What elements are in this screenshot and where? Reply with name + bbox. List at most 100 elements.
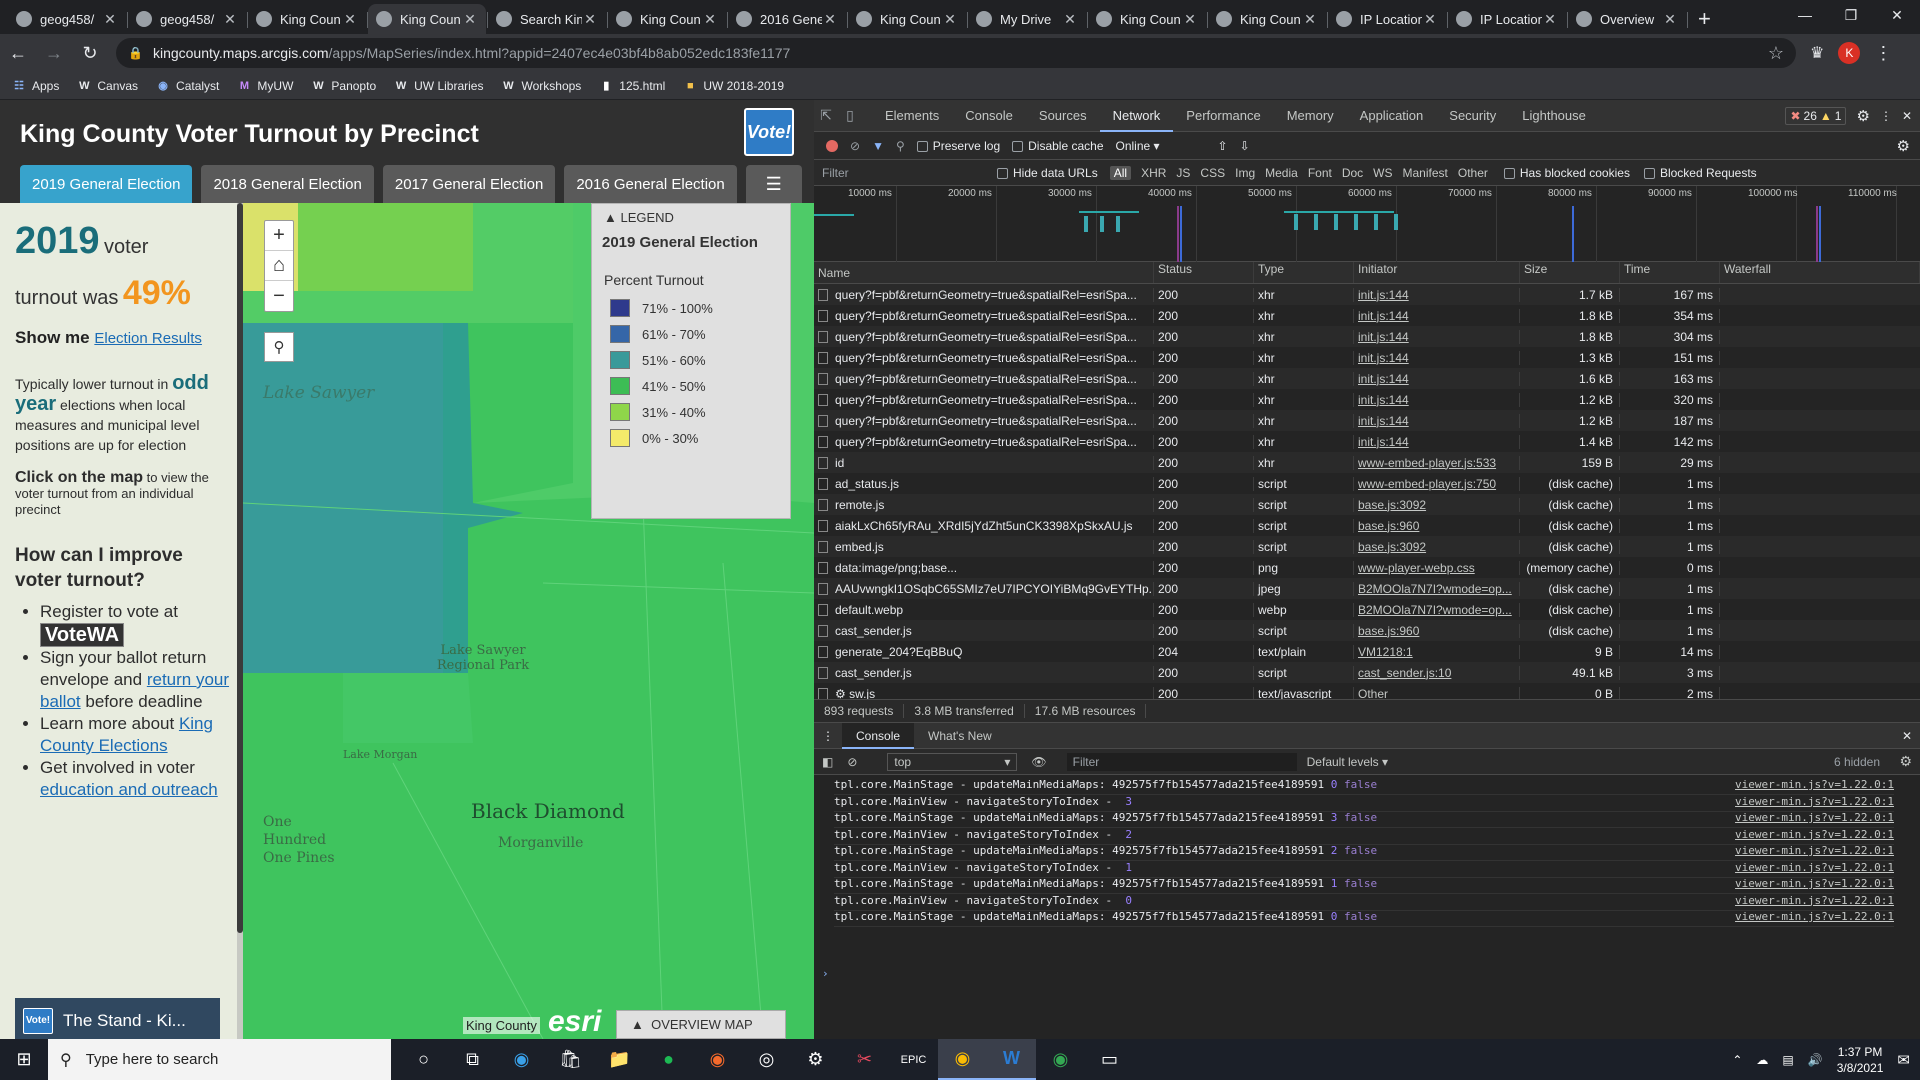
record-icon[interactable] (826, 139, 838, 152)
bookmark-item[interactable]: W UW Libraries (394, 79, 484, 93)
windows-start-icon[interactable]: ⊞ (0, 1039, 48, 1080)
tab-2019-general-election[interactable]: 2019 General Election (20, 165, 193, 203)
request-initiator[interactable]: init.js:144 (1354, 329, 1520, 344)
snip-icon[interactable]: ✂ (840, 1039, 889, 1080)
inspect-icon[interactable]: ⇱ (814, 107, 838, 124)
console-filter-input[interactable]: Filter (1066, 752, 1297, 771)
votewa-logo[interactable]: VoteWA (40, 623, 125, 647)
request-initiator[interactable]: VM1218:1 (1354, 644, 1520, 659)
minimize-icon[interactable]: — (1782, 0, 1828, 30)
tab-close-icon[interactable]: ✕ (1422, 11, 1438, 28)
tab-close-icon[interactable]: ✕ (462, 11, 478, 28)
issues-badge[interactable]: ✖ 26 ▲ 1 (1785, 106, 1847, 125)
tabs-menu-icon[interactable]: ☰ (745, 165, 802, 203)
filter-type-manifest[interactable]: Manifest (1403, 166, 1448, 180)
request-initiator[interactable]: init.js:144 (1354, 308, 1520, 323)
request-initiator[interactable]: www-embed-player.js:750 (1354, 476, 1520, 491)
request-initiator[interactable]: init.js:144 (1354, 287, 1520, 302)
browser-tab[interactable]: My Drive ✕ (968, 4, 1088, 34)
table-row[interactable]: query?f=pbf&returnGeometry=true&spatialR… (814, 284, 1920, 305)
search-icon[interactable]: ⚲ (896, 139, 905, 153)
tab-close-icon[interactable]: ✕ (1302, 11, 1318, 28)
filter-type-media[interactable]: Media (1265, 166, 1298, 180)
devtools-tab[interactable]: Security (1436, 100, 1509, 132)
console-source-link[interactable]: viewer-min.js?v=1.22.0:1 (1735, 910, 1894, 923)
tab-close-icon[interactable]: ✕ (702, 11, 718, 28)
console-source-link[interactable]: viewer-min.js?v=1.22.0:1 (1735, 894, 1894, 907)
browser-tab[interactable]: King Coun ✕ (248, 4, 368, 34)
table-row[interactable]: AAUvwngkI1OSqbC65SMIz7eU7IPCYOIYiBMq9GvE… (814, 578, 1920, 599)
console-source-link[interactable]: viewer-min.js?v=1.22.0:1 (1735, 795, 1894, 808)
preserve-log-checkbox[interactable]: Preserve log (916, 139, 1000, 153)
election-results-link[interactable]: Election Results (94, 330, 202, 347)
word-icon[interactable]: W (987, 1039, 1036, 1080)
browser-tab[interactable]: King Coun ✕ (848, 4, 968, 34)
request-initiator[interactable]: cast_sender.js:10 (1354, 665, 1520, 680)
drawer-menu-icon[interactable]: ⋮ (814, 729, 842, 743)
devtools-tab[interactable]: Performance (1173, 100, 1273, 132)
bookmark-item[interactable]: W Canvas (77, 79, 138, 93)
col-status[interactable]: Status (1154, 262, 1254, 283)
chrome-alt-icon[interactable]: ◉ (1036, 1039, 1085, 1080)
bookmark-item[interactable]: ■ UW 2018-2019 (683, 79, 784, 93)
network-icon[interactable]: ▤ (1782, 1053, 1793, 1067)
tab-close-icon[interactable]: ✕ (1662, 11, 1678, 28)
bookmark-item[interactable]: ◉ Catalyst (156, 79, 219, 93)
bookmark-item[interactable]: M MyUW (237, 79, 294, 93)
filter-type-js[interactable]: JS (1176, 166, 1190, 180)
extensions-icon[interactable]: ♛ (1810, 43, 1824, 63)
forward-icon[interactable]: → (36, 37, 72, 69)
col-waterfall[interactable]: Waterfall (1720, 262, 1920, 283)
filter-type-all[interactable]: All (1109, 165, 1132, 180)
volume-icon[interactable]: 🔊 (1808, 1053, 1823, 1067)
browser-tab[interactable]: geog458/ ✕ (128, 4, 248, 34)
address-bar[interactable]: 🔒 kingcounty.maps.arcgis.com /apps/MapSe… (116, 38, 1796, 68)
reload-icon[interactable]: ↻ (72, 37, 108, 69)
bookmark-star-icon[interactable]: ☆ (1768, 43, 1784, 64)
table-row[interactable]: data:image/png;base... 200 png www-player-w… (814, 557, 1920, 578)
console-source-link[interactable]: viewer-min.js?v=1.22.0:1 (1735, 778, 1894, 791)
table-row[interactable]: cast_sender.js 200 script cast_sender.js:10… (814, 662, 1920, 683)
zoom-out-icon[interactable]: − (265, 281, 293, 311)
zoom-in-icon[interactable]: + (265, 221, 293, 251)
file-explorer-icon[interactable]: 📁 (595, 1039, 644, 1080)
tab-close-icon[interactable]: ✕ (822, 11, 838, 28)
bookmark-item[interactable]: ☷ Apps (12, 79, 59, 93)
filter-type-ws[interactable]: WS (1373, 166, 1392, 180)
network-overview-timeline[interactable]: 10000 ms 20000 ms 30000 ms 40000 ms 50000 ms… (814, 186, 1920, 262)
tab-close-icon[interactable]: ✕ (1542, 11, 1558, 28)
filter-type-other[interactable]: Other (1458, 166, 1488, 180)
console-source-link[interactable]: viewer-min.js?v=1.22.0:1 (1735, 828, 1894, 841)
tab-close-icon[interactable]: ✕ (342, 11, 358, 28)
clear-icon[interactable]: ⊘ (850, 139, 860, 153)
request-initiator[interactable]: init.js:144 (1354, 350, 1520, 365)
epic-games-icon[interactable]: EPIC (889, 1039, 938, 1080)
filter-funnel-icon[interactable]: ▼ (872, 139, 884, 153)
col-name[interactable]: Name (814, 262, 1154, 283)
table-row[interactable]: query?f=pbf&returnGeometry=true&spatialR… (814, 347, 1920, 368)
request-initiator[interactable]: base.js:960 (1354, 623, 1520, 638)
filter-type-css[interactable]: CSS (1200, 166, 1225, 180)
context-select[interactable]: top ▾ (887, 752, 1018, 771)
tab-close-icon[interactable]: ✕ (222, 11, 238, 28)
table-row[interactable]: query?f=pbf&returnGeometry=true&spatialR… (814, 389, 1920, 410)
browser-tab[interactable]: IP Location ✕ (1448, 4, 1568, 34)
throttle-select[interactable]: Online ▾ (1116, 139, 1206, 153)
console-settings-icon[interactable]: ⚙ (1899, 753, 1912, 770)
browser-tab[interactable]: 2016 Gene ✕ (728, 4, 848, 34)
devtools-tab[interactable]: Network (1099, 100, 1174, 132)
device-toolbar-icon[interactable]: ▯ (838, 107, 862, 124)
notifications-icon[interactable]: ✉ (1897, 1051, 1910, 1069)
task-view-icon[interactable]: ⧉ (448, 1039, 497, 1080)
request-initiator[interactable]: init.js:144 (1354, 371, 1520, 386)
request-initiator[interactable]: www-embed-player.js:533 (1354, 455, 1520, 470)
devtools-tab[interactable]: Elements (872, 100, 952, 132)
export-har-icon[interactable]: ⇩ (1240, 139, 1250, 153)
clear-console-icon[interactable]: ⊘ (847, 755, 857, 769)
devtools-tab[interactable]: Application (1347, 100, 1437, 132)
table-row[interactable]: remote.js 200 script base.js:3092 (disk cach… (814, 494, 1920, 515)
table-row[interactable]: id 200 xhr www-embed-player.js:533 159 B 29 m… (814, 452, 1920, 473)
filter-type-doc[interactable]: Doc (1342, 166, 1363, 180)
clock[interactable]: 1:37 PM 3/8/2021 (1837, 1044, 1884, 1076)
col-type[interactable]: Type (1254, 262, 1354, 283)
